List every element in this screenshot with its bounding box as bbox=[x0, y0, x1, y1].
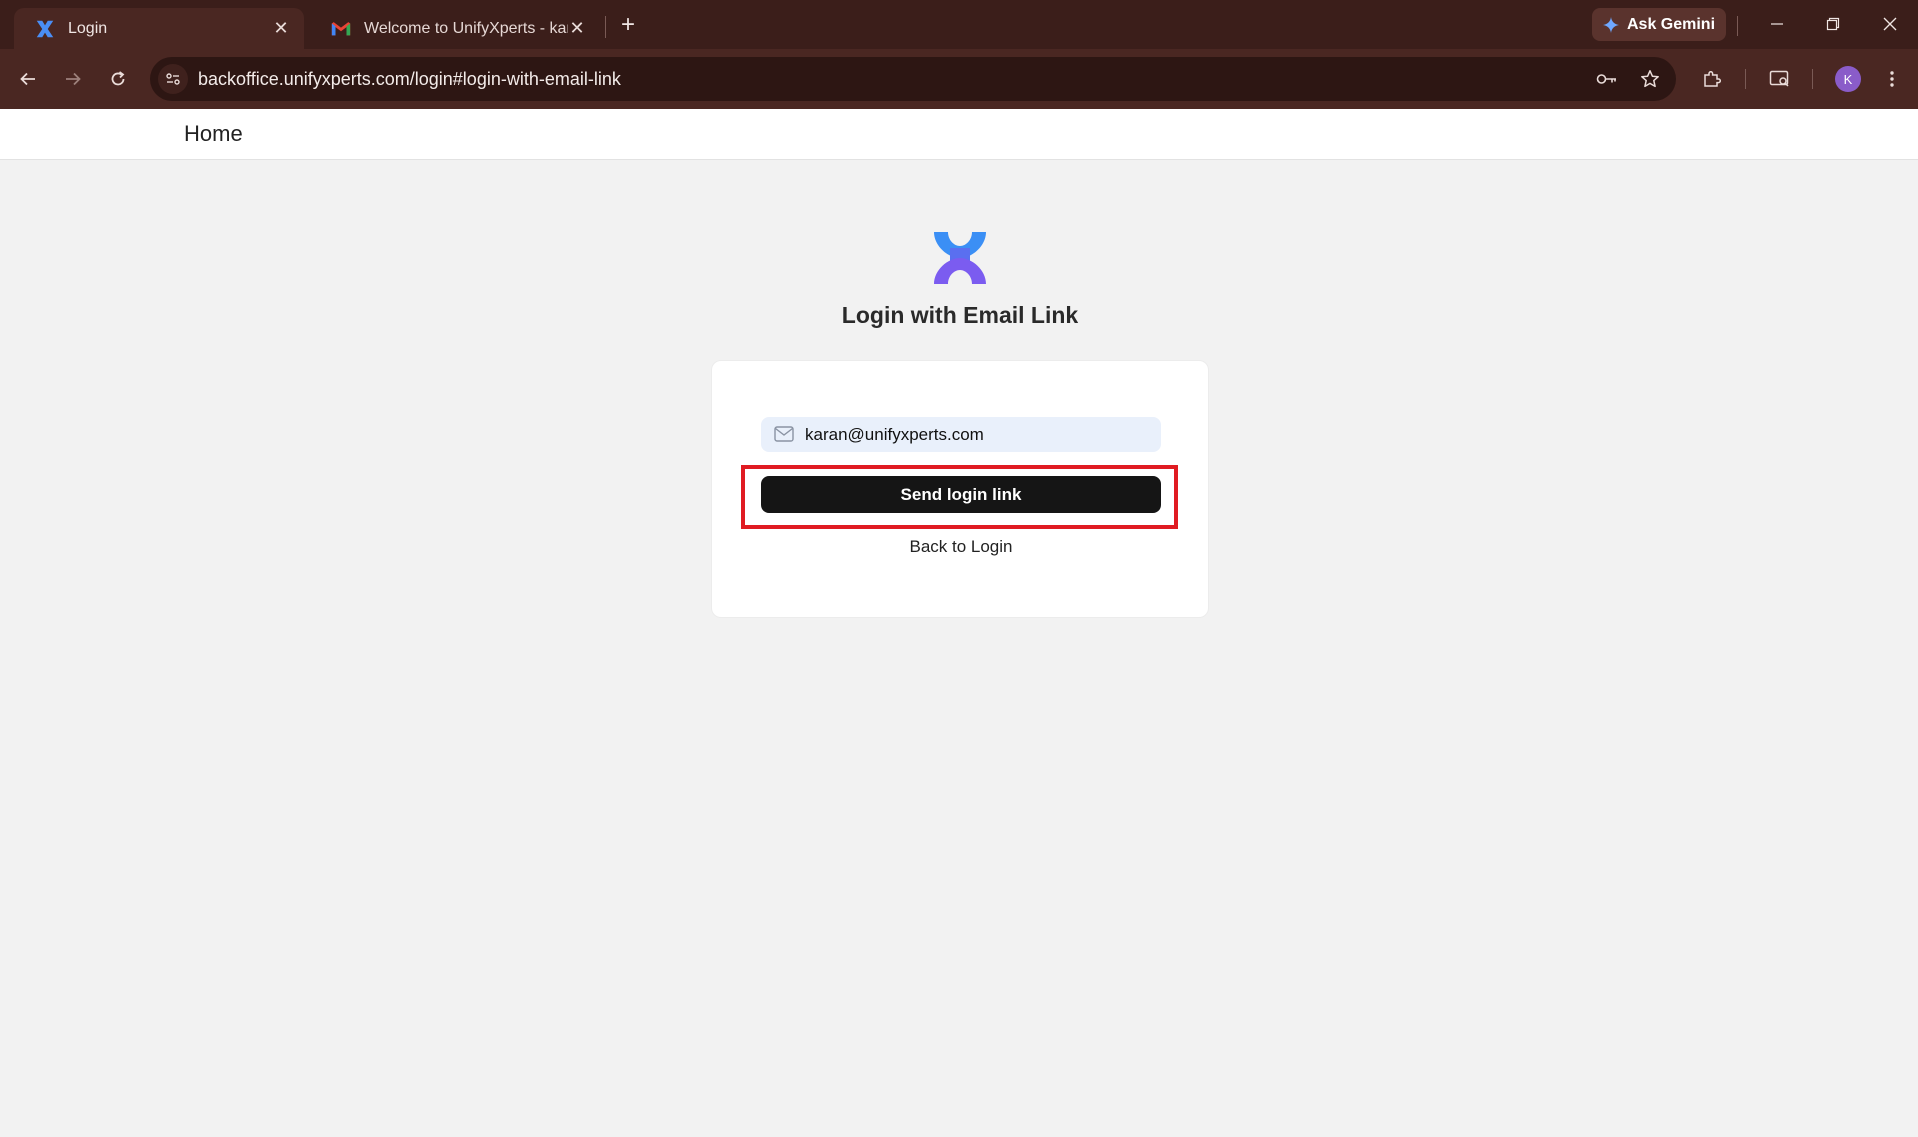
browser-menu-button[interactable] bbox=[1874, 61, 1910, 97]
page-header: Home bbox=[0, 109, 1918, 160]
arrow-left-icon bbox=[20, 72, 35, 86]
tab-title: Welcome to UnifyXperts - karan bbox=[364, 19, 568, 37]
send-login-link-button[interactable]: Send login link bbox=[761, 476, 1161, 513]
restore-icon bbox=[1826, 17, 1840, 31]
reload-icon bbox=[111, 71, 125, 86]
forward-button[interactable] bbox=[55, 61, 91, 97]
toolbar-separator bbox=[1745, 69, 1746, 89]
puzzle-icon bbox=[1704, 70, 1722, 87]
browser-tab-strip: Login ✕ Welcome to UnifyXperts - karan ✕… bbox=[0, 0, 1918, 49]
more-vertical-icon bbox=[1890, 71, 1894, 87]
minimize-icon bbox=[1771, 23, 1783, 25]
tab-search-button[interactable] bbox=[1762, 61, 1798, 97]
titlebar-separator bbox=[1737, 16, 1738, 36]
tab-search-icon bbox=[1769, 70, 1789, 87]
address-bar[interactable]: backoffice.unifyxperts.com/login#login-w… bbox=[150, 57, 1676, 101]
gemini-sparkle-icon bbox=[1602, 16, 1619, 33]
gmail-icon bbox=[331, 21, 351, 35]
close-window-button[interactable] bbox=[1868, 8, 1912, 40]
site-info-icon[interactable] bbox=[158, 64, 188, 94]
ask-gemini-button[interactable]: Ask Gemini bbox=[1592, 8, 1726, 41]
bookmark-star-icon[interactable] bbox=[1635, 64, 1665, 94]
tab-separator bbox=[605, 16, 606, 38]
close-tab-icon[interactable]: ✕ bbox=[568, 18, 586, 39]
minimize-button[interactable] bbox=[1755, 8, 1799, 40]
email-field[interactable] bbox=[761, 417, 1161, 452]
close-tab-icon[interactable]: ✕ bbox=[272, 18, 290, 39]
tab-login[interactable]: Login ✕ bbox=[14, 8, 304, 49]
close-icon bbox=[1883, 17, 1897, 31]
url-text[interactable]: backoffice.unifyxperts.com/login#login-w… bbox=[198, 57, 621, 101]
page-title: Login with Email Link bbox=[841, 302, 1079, 328]
extensions-button[interactable] bbox=[1694, 61, 1730, 97]
tab-title: Login bbox=[68, 19, 108, 37]
back-to-login-link[interactable]: Back to Login bbox=[712, 537, 1210, 557]
back-button[interactable] bbox=[10, 61, 46, 97]
mail-icon bbox=[774, 426, 794, 442]
restore-button[interactable] bbox=[1811, 8, 1855, 40]
browser-toolbar: backoffice.unifyxperts.com/login#login-w… bbox=[0, 49, 1918, 109]
reload-button[interactable] bbox=[100, 61, 136, 97]
home-link[interactable]: Home bbox=[184, 121, 243, 147]
unifyxperts-favicon-icon bbox=[36, 20, 54, 37]
unifyxperts-logo-icon bbox=[934, 232, 986, 284]
new-tab-button[interactable]: + bbox=[616, 10, 640, 40]
ask-gemini-label: Ask Gemini bbox=[1626, 15, 1716, 33]
tab-gmail[interactable]: Welcome to UnifyXperts - karan ✕ bbox=[310, 8, 600, 49]
login-card: Send login link Back to Login bbox=[711, 360, 1209, 618]
toolbar-separator bbox=[1812, 69, 1813, 89]
profile-avatar[interactable]: K bbox=[1835, 66, 1861, 92]
email-input[interactable] bbox=[805, 417, 1145, 452]
arrow-right-icon bbox=[66, 72, 81, 86]
password-key-icon[interactable] bbox=[1592, 64, 1622, 94]
